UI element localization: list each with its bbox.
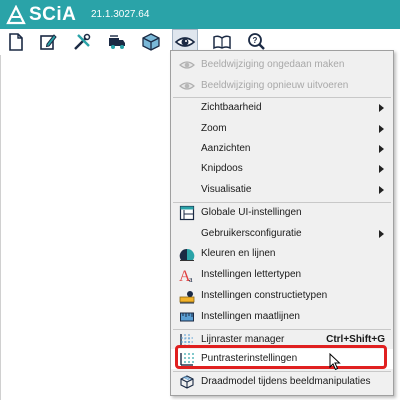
truck-icon: [109, 35, 125, 49]
menu-item-undo-view[interactable]: Beeldwijziging ongedaan maken: [171, 55, 393, 75]
edit-button[interactable]: [38, 32, 58, 52]
new-document-button[interactable]: [6, 32, 26, 52]
point-grid-icon: [180, 353, 194, 366]
menu-item-user-configuration[interactable]: Gebruikersconfiguratie: [171, 224, 393, 244]
tools-button[interactable]: [72, 32, 92, 52]
menu-item-label: Lijnraster manager: [201, 334, 285, 345]
view-dropdown-menu: Beeldwijziging ongedaan maken Beeldwijzi…: [170, 50, 394, 396]
submenu-arrow-icon: [379, 104, 384, 112]
menu-item-label: Gebruikersconfiguratie: [201, 228, 302, 239]
global-ui-icon: [179, 205, 195, 221]
submenu-arrow-icon: [379, 125, 384, 133]
title-bar: SCiA 21.1.3027.64: [0, 0, 400, 29]
menu-item-label: Puntrasterinstellingen: [201, 353, 298, 364]
book-icon: [213, 35, 231, 50]
svg-text:?: ?: [253, 36, 258, 45]
menu-item-font-settings[interactable]: A a Instellingen lettertypen: [171, 265, 393, 285]
menu-item-zoom[interactable]: Zoom: [171, 119, 393, 139]
wireframe-icon: [180, 375, 194, 389]
truck-button[interactable]: [107, 32, 127, 52]
app-version: 21.1.3027.64: [91, 9, 150, 20]
submenu-arrow-icon: [379, 186, 384, 194]
menu-item-label: Kleuren en lijnen: [201, 248, 276, 259]
help-search-button[interactable]: ?: [246, 32, 266, 52]
svg-text:a: a: [189, 275, 193, 283]
menu-item-shortcut: Ctrl+Shift+G: [326, 334, 385, 345]
redo-view-icon: [179, 82, 195, 90]
menu-item-dimension-lines[interactable]: Instellingen maatlijnen: [171, 307, 393, 327]
menu-item-label: Visualisatie: [201, 184, 252, 195]
menu-item-label: Draadmodel tijdens beeldmanipulaties: [201, 376, 371, 387]
menu-item-global-ui-settings[interactable]: Globale UI-instellingen: [171, 203, 393, 223]
menu-item-construction-types[interactable]: Instellingen constructietypen: [171, 286, 393, 306]
tools-icon: [74, 33, 91, 50]
menu-item-line-grid-manager[interactable]: Lijnraster manager Ctrl+Shift+G: [171, 330, 393, 350]
menu-item-visibility[interactable]: Zichtbaarheid: [171, 98, 393, 118]
app-logo-text: SCiA: [29, 4, 77, 25]
menu-item-point-grid-settings[interactable]: Puntrasterinstellingen: [171, 349, 393, 369]
menu-item-label: Beeldwijziging ongedaan maken: [201, 59, 345, 70]
dimension-lines-icon: [180, 312, 194, 322]
submenu-arrow-icon: [379, 145, 384, 153]
menu-item-label: Globale UI-instellingen: [201, 207, 302, 218]
app-window: SCiA 21.1.3027.64 ? Beeldwijziging onged…: [0, 0, 400, 400]
menu-item-clipping-box[interactable]: Knipdoos: [171, 159, 393, 179]
font-settings-icon: A a: [179, 268, 193, 283]
menu-item-label: Instellingen maatlijnen: [201, 311, 300, 322]
construction-types-icon: [179, 291, 195, 304]
edit-icon: [40, 34, 57, 50]
menu-item-label: Zoom: [201, 123, 227, 134]
submenu-arrow-icon: [379, 230, 384, 238]
menu-item-label: Aanzichten: [201, 143, 251, 154]
undo-view-icon: [179, 61, 195, 69]
workspace-edge: [0, 55, 1, 400]
mouse-cursor-icon: [329, 353, 341, 371]
scia-logo-icon: [6, 5, 26, 25]
menu-item-label: Instellingen constructietypen: [201, 290, 328, 301]
menu-item-label: Zichtbaarheid: [201, 102, 262, 113]
book-button[interactable]: [212, 32, 232, 52]
submenu-arrow-icon: [379, 165, 384, 173]
menu-item-label: Knipdoos: [201, 163, 243, 174]
line-grid-icon: [180, 334, 193, 347]
new-document-icon: [9, 33, 23, 51]
menu-item-wireframe[interactable]: Draadmodel tijdens beeldmanipulaties: [171, 372, 393, 392]
menu-item-views[interactable]: Aanzichten: [171, 139, 393, 159]
help-search-icon: ?: [248, 33, 265, 50]
menu-item-colors-lines[interactable]: Kleuren en lijnen: [171, 244, 393, 264]
menu-item-visualisation[interactable]: Visualisatie: [171, 180, 393, 200]
box-3d-button[interactable]: [141, 32, 161, 52]
menu-item-label: Beeldwijziging opnieuw uitvoeren: [201, 80, 349, 91]
colors-lines-icon: [179, 248, 195, 261]
menu-item-label: Instellingen lettertypen: [201, 269, 302, 280]
box-3d-icon: [142, 33, 160, 51]
menu-item-redo-view[interactable]: Beeldwijziging opnieuw uitvoeren: [171, 76, 393, 96]
